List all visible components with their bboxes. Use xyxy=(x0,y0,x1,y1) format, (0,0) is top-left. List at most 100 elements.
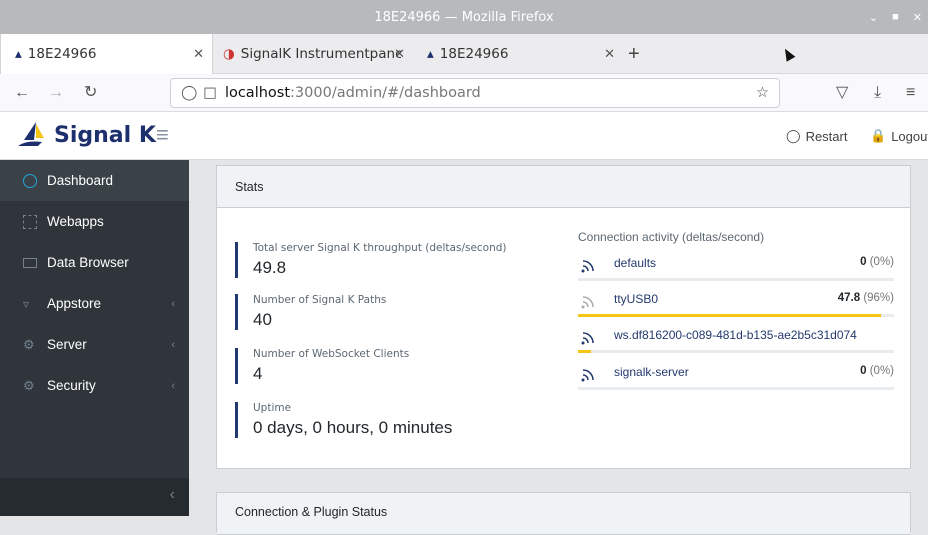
main-content: Stats Total server Signal K throughput (… xyxy=(189,160,928,535)
logout-button[interactable]: 🔒 Logout xyxy=(870,128,928,144)
download-icon[interactable]: ⤓ xyxy=(874,74,881,112)
sidebar-item-appstore[interactable]: ▿ Appstore ‹ xyxy=(0,283,189,324)
menu-icon[interactable]: ≡ xyxy=(906,74,915,112)
rate-percent: (0%) xyxy=(869,365,894,377)
progress-fill xyxy=(578,350,591,353)
connection-activity-title: Connection activity (deltas/second) xyxy=(578,230,765,244)
reload-icon[interactable]: ↻ xyxy=(84,74,97,112)
signal-icon xyxy=(581,260,594,273)
rate-value: 0 xyxy=(860,365,867,377)
window-title: 18E24966 — Mozilla Firefox xyxy=(374,9,554,25)
gear-icon: ⚙ xyxy=(23,377,35,393)
tab-18e24966-1[interactable]: ▴ 18E24966 ✕ xyxy=(0,34,213,74)
connection-progress-bar xyxy=(578,314,894,317)
connection-rate: 0 (0%) xyxy=(860,256,894,268)
gear-icon: ⚙ xyxy=(23,336,35,352)
tab-label: 18E24966 xyxy=(439,46,509,62)
grid-icon xyxy=(23,214,37,229)
sidebar-item-label: Data Browser xyxy=(47,255,129,270)
bookmark-star-icon[interactable]: ☆ xyxy=(756,85,769,101)
forward-icon[interactable]: → xyxy=(48,74,64,112)
restart-button[interactable]: ◯ Restart xyxy=(786,128,847,144)
connection-row: ttyUSB0 47.8 (96%) xyxy=(578,286,894,322)
rate-value: 47.8 xyxy=(837,292,861,304)
restart-icon: ◯ xyxy=(786,128,801,143)
close-tab-icon[interactable]: ✕ xyxy=(604,47,615,62)
speedometer-icon xyxy=(23,173,37,188)
sidebar-minimizer[interactable]: ‹ xyxy=(0,478,189,516)
rate-percent: (96%) xyxy=(863,292,894,304)
signal-icon xyxy=(581,369,594,382)
close-tab-icon[interactable]: ✕ xyxy=(193,47,204,62)
connection-name: ttyUSB0 xyxy=(614,292,659,306)
uptime-callout: Uptime 0 days, 0 hours, 0 minutes xyxy=(235,402,452,438)
tab-label: 18E24966 xyxy=(27,46,97,62)
signalk-logo-icon xyxy=(18,122,44,146)
callout-value: 49.8 xyxy=(253,258,287,277)
signal-icon xyxy=(581,296,594,309)
stats-card: Stats Total server Signal K throughput (… xyxy=(216,165,911,469)
signal-icon xyxy=(581,332,594,345)
signalk-logo[interactable]: Signal K xyxy=(14,120,156,150)
callout-value: 40 xyxy=(253,310,272,329)
connection-progress-bar xyxy=(578,387,894,390)
chevron-left-icon: ‹ xyxy=(171,297,175,310)
connection-progress-bar xyxy=(578,350,894,353)
sidebar-item-label: Dashboard xyxy=(47,173,114,188)
sidebar-item-webapps[interactable]: Webapps xyxy=(0,201,189,242)
shield-icon: ◯ xyxy=(181,85,198,101)
throughput-callout: Total server Signal K throughput (deltas… xyxy=(235,242,507,278)
cart-icon: ▿ xyxy=(23,296,30,311)
logout-label: Logout xyxy=(891,128,928,144)
close-tab-icon[interactable]: ✕ xyxy=(394,47,405,62)
connection-rate: 47.8 (96%) xyxy=(838,292,894,304)
connection-progress-bar xyxy=(578,278,894,281)
url-host: localhost xyxy=(224,85,291,101)
maximize-icon[interactable]: ■ xyxy=(892,11,899,23)
connection-rate: 0 (0%) xyxy=(860,365,894,377)
chevron-left-icon: ‹ xyxy=(171,338,175,351)
paths-callout: Number of Signal K Paths 40 xyxy=(235,294,386,330)
browser-navbar: ← → ↻ ◯ □ localhost:3000/admin/#/dashboa… xyxy=(0,74,928,112)
callout-value: 4 xyxy=(253,364,263,383)
pocket-icon[interactable]: ▽ xyxy=(836,74,848,112)
websocket-clients-callout: Number of WebSocket Clients 4 xyxy=(235,348,409,384)
connection-name: ws.df816200-c089-481d-b135-ae2b5c31d074 xyxy=(614,328,857,342)
hamburger-menu-icon[interactable]: ≡ xyxy=(156,122,169,148)
sidebar-item-server[interactable]: ⚙ Server ‹ xyxy=(0,324,189,365)
window-titlebar: 18E24966 — Mozilla Firefox ⌄ ■ ✕ xyxy=(0,0,928,34)
connection-row: signalk-server 0 (0%) xyxy=(578,359,894,395)
connection-row: ws.df816200-c089-481d-b135-ae2b5c31d074 xyxy=(578,322,894,358)
progress-fill xyxy=(578,314,882,317)
sidebar-item-data-browser[interactable]: Data Browser xyxy=(0,242,189,283)
page-icon: □ xyxy=(203,85,217,101)
sidebar-item-label: Security xyxy=(47,378,96,393)
sidebar-item-security[interactable]: ⚙ Security ‹ xyxy=(0,365,189,406)
callout-label: Number of Signal K Paths xyxy=(253,294,387,306)
callout-label: Uptime xyxy=(253,402,292,414)
rate-value: 0 xyxy=(860,256,867,268)
collapse-chevron-icon: ‹ xyxy=(169,486,175,503)
back-icon[interactable]: ← xyxy=(14,74,30,112)
stats-card-title: Stats xyxy=(217,166,910,208)
new-tab-icon[interactable]: + xyxy=(628,34,640,74)
chevron-left-icon: ‹ xyxy=(171,379,175,392)
sidebar-item-label: Server xyxy=(47,337,87,352)
app-header: Signal K ≡ ◯ Restart 🔒 Logout xyxy=(0,112,928,160)
tab-18e24966-2[interactable]: ▴ 18E24966 ✕ xyxy=(413,34,623,74)
connection-row: defaults 0 (0%) xyxy=(578,250,894,286)
minimize-icon[interactable]: ⌄ xyxy=(869,11,878,24)
folder-icon xyxy=(23,257,37,268)
callout-label: Total server Signal K throughput (deltas… xyxy=(253,242,507,254)
tab-label: SignalK Instrumentpane xyxy=(240,46,401,62)
restart-label: Restart xyxy=(805,128,848,144)
tab-instrumentpanel[interactable]: ◑ SignalK Instrumentpane ✕ xyxy=(213,34,413,74)
sidebar-item-dashboard[interactable]: Dashboard xyxy=(0,160,189,201)
url-path: :3000/admin/#/dashboard xyxy=(290,85,481,101)
url-bar[interactable]: ◯ □ localhost:3000/admin/#/dashboard ☆ xyxy=(170,78,780,108)
signalk-favicon-icon: ▴ xyxy=(427,46,434,62)
brand-name: Signal K xyxy=(54,122,156,148)
plugin-status-title: Connection & Plugin Status xyxy=(217,493,910,535)
plugin-status-card: Connection & Plugin Status xyxy=(216,492,911,535)
close-icon[interactable]: ✕ xyxy=(913,11,922,24)
